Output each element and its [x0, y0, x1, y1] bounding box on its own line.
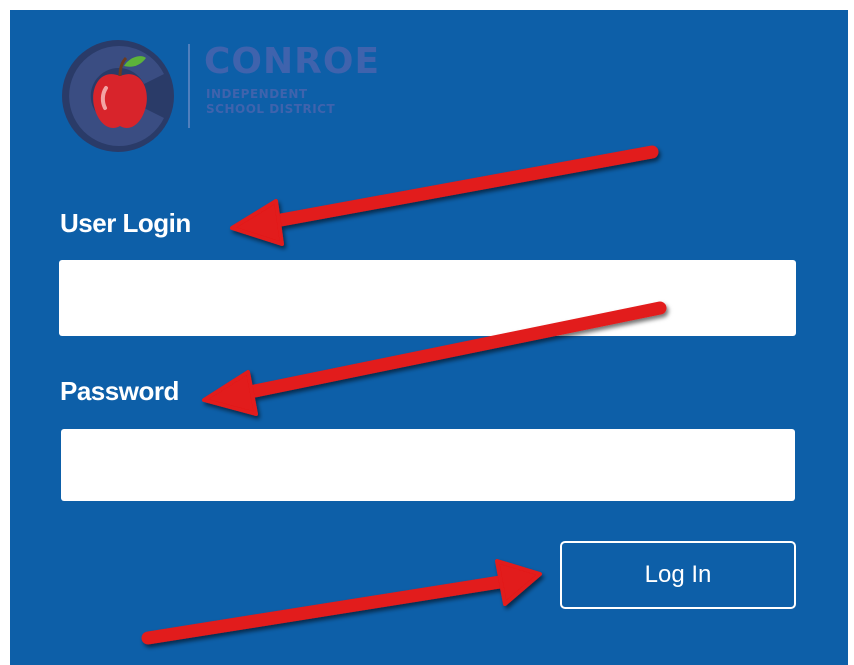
password-input[interactable] [61, 429, 795, 501]
district-name: CONROE [204, 41, 381, 82]
password-label: Password [60, 376, 179, 406]
district-subtitle-line1: INDEPENDENT [206, 87, 308, 101]
login-panel: CONROE INDEPENDENT SCHOOL DISTRICT User … [10, 10, 848, 665]
apple-c-logo-icon [62, 40, 174, 152]
log-in-button[interactable]: Log In [560, 541, 796, 609]
district-subtitle-line2: SCHOOL DISTRICT [206, 102, 336, 116]
user-login-label: User Login [60, 208, 191, 238]
user-login-input[interactable] [59, 260, 796, 336]
district-logo: CONROE INDEPENDENT SCHOOL DISTRICT [60, 36, 400, 156]
logo-divider [188, 44, 190, 128]
